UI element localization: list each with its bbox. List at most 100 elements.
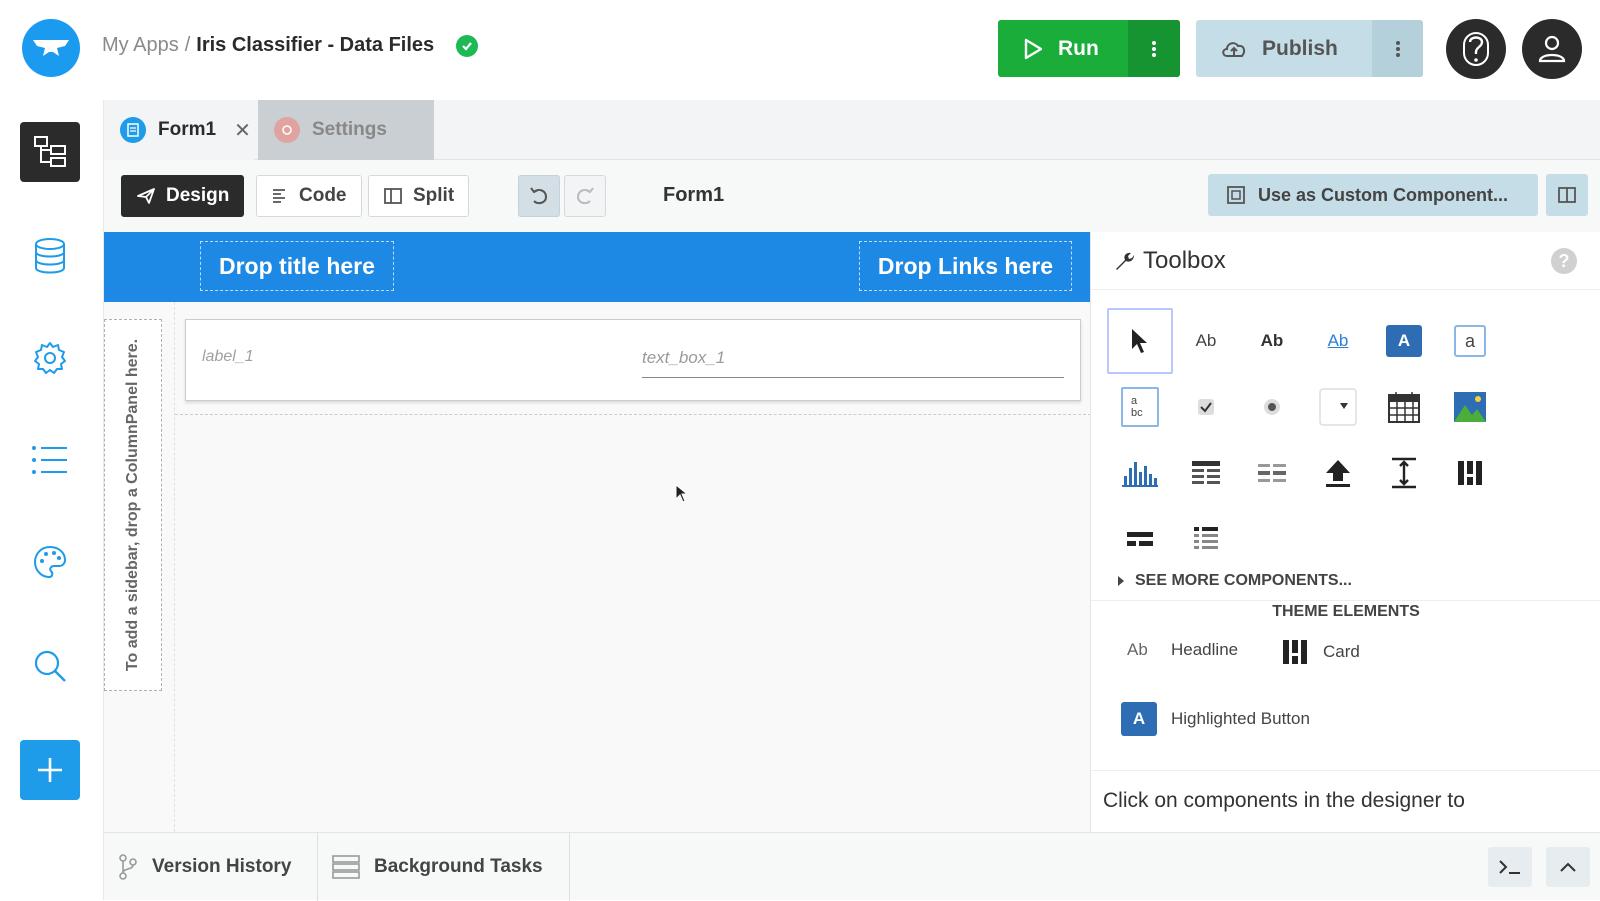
- expand-panel-button[interactable]: [1546, 847, 1590, 887]
- form-icon: [120, 117, 146, 143]
- tool-bold-label[interactable]: Ab: [1239, 308, 1305, 374]
- nav-add-button[interactable]: [20, 740, 80, 800]
- tab-form1-label: Form1: [158, 119, 217, 140]
- tasks-icon: [332, 855, 360, 879]
- account-button[interactable]: [1522, 19, 1582, 79]
- tool-label[interactable]: Ab: [1173, 308, 1239, 374]
- form-row-panel[interactable]: label_1 text_box_1: [185, 319, 1081, 401]
- toolbox-help-icon[interactable]: ?: [1551, 248, 1577, 274]
- nav-data[interactable]: [20, 226, 80, 286]
- close-tab-icon[interactable]: ✕: [234, 118, 251, 143]
- textarea-tool-icon: a bc: [1121, 387, 1159, 427]
- app-title[interactable]: Iris Classifier - Data Files: [196, 34, 434, 57]
- palette-icon: [33, 545, 67, 579]
- theme-item-headline-label: Headline: [1171, 640, 1239, 659]
- tool-link[interactable]: Ab: [1305, 308, 1371, 374]
- tool-plot[interactable]: [1107, 440, 1173, 506]
- redo-button[interactable]: [564, 175, 606, 217]
- app-browser-icon: [34, 136, 66, 167]
- version-history-button[interactable]: Version History: [104, 833, 318, 901]
- tool-image[interactable]: [1437, 374, 1503, 440]
- tool-pointer[interactable]: [1107, 308, 1173, 374]
- nav-list[interactable]: [20, 430, 80, 490]
- publish-button-group: Publish: [1196, 20, 1423, 77]
- tab-settings[interactable]: Settings: [258, 100, 434, 160]
- see-more-components-toggle[interactable]: SEE MORE COMPONENTS...: [1117, 572, 1352, 590]
- tool-file-loader[interactable]: [1305, 440, 1371, 506]
- list-icon: [32, 446, 67, 474]
- split-view-icon: [384, 188, 402, 204]
- run-button[interactable]: Run: [998, 20, 1128, 77]
- undo-button[interactable]: [518, 175, 560, 217]
- code-lines-icon: [273, 189, 285, 203]
- sidebar-drop-zone[interactable]: To add a sidebar, drop a ColumnPanel her…: [104, 319, 162, 691]
- tool-textbox[interactable]: a: [1437, 308, 1503, 374]
- sidebar-hint: To add a sidebar, drop a ColumnPanel her…: [124, 338, 141, 672]
- image-icon: [1454, 392, 1486, 422]
- form-header-bar: Drop title here Drop Links here: [104, 232, 1090, 302]
- tool-spacer[interactable]: [1371, 440, 1437, 506]
- split-mode-button[interactable]: Split: [368, 175, 470, 217]
- tool-button[interactable]: A: [1371, 308, 1437, 374]
- tool-textarea[interactable]: a bc: [1107, 374, 1173, 440]
- design-canvas[interactable]: Drop title here Drop Links here To add a…: [104, 232, 1091, 832]
- drop-divider: [175, 414, 1091, 415]
- drop-title-slot[interactable]: Drop title here: [200, 241, 394, 291]
- nav-app-browser[interactable]: [20, 122, 80, 182]
- help-icon: [1463, 32, 1489, 66]
- run-more-menu-button[interactable]: [1128, 20, 1180, 77]
- caret-right-icon: [1118, 576, 1124, 586]
- tab-form1[interactable]: Form1 ✕: [104, 100, 254, 160]
- tool-radio[interactable]: [1239, 374, 1305, 440]
- tool-checkbox[interactable]: [1173, 374, 1239, 440]
- toolbox-title: Toolbox: [1143, 246, 1226, 274]
- background-tasks-button[interactable]: Background Tasks: [318, 833, 570, 901]
- nav-theme[interactable]: [20, 532, 80, 592]
- tool-dropdown[interactable]: [1305, 374, 1371, 440]
- publish-button[interactable]: Publish: [1196, 20, 1372, 77]
- use-as-custom-component-button[interactable]: Use as Custom Component...: [1208, 174, 1538, 216]
- link-tool-icon: Ab: [1327, 331, 1349, 350]
- upload-icon: [1326, 460, 1350, 487]
- breadcrumb-separator: /: [184, 34, 191, 56]
- label-component[interactable]: label_1: [202, 348, 254, 366]
- kebab-icon: [1395, 40, 1400, 57]
- toolbox-panel: Toolbox ? Ab Ab Ab A a a bc SEE MORE COM…: [1090, 232, 1600, 832]
- tool-flow-panel[interactable]: [1107, 506, 1173, 572]
- terminal-icon: [1499, 860, 1520, 874]
- background-tasks-label: Background Tasks: [374, 856, 543, 877]
- form-content-area[interactable]: label_1 text_box_1: [174, 302, 1091, 832]
- toggle-panel-button[interactable]: [1546, 174, 1588, 216]
- drop-links-slot[interactable]: Drop Links here: [858, 241, 1072, 291]
- console-button[interactable]: [1488, 847, 1532, 887]
- tool-data-grid[interactable]: [1173, 440, 1239, 506]
- publish-more-menu-button[interactable]: [1372, 20, 1423, 77]
- breadcrumb-my-apps[interactable]: My Apps: [102, 34, 179, 57]
- paper-plane-icon: [137, 188, 155, 204]
- textbox-component[interactable]: text_box_1: [642, 348, 1064, 378]
- repeating-panel-icon: [1258, 464, 1286, 482]
- nav-settings[interactable]: [20, 328, 80, 388]
- kebab-icon: [1152, 40, 1156, 57]
- wrench-icon: [1116, 252, 1134, 270]
- code-mode-button[interactable]: Code: [256, 175, 362, 217]
- theme-item-highlighted-button[interactable]: A Highlighted Button: [1121, 702, 1310, 736]
- anvil-logo-icon[interactable]: [22, 19, 80, 77]
- design-mode-button[interactable]: Design: [121, 175, 245, 217]
- nav-search[interactable]: [20, 636, 80, 696]
- breadcrumb: My Apps / Iris Classifier - Data Files: [102, 34, 479, 57]
- plus-icon: [38, 758, 62, 782]
- left-nav: [0, 100, 104, 900]
- tool-datepicker[interactable]: [1371, 374, 1437, 440]
- help-button[interactable]: [1446, 19, 1506, 79]
- tool-column-panel[interactable]: [1437, 440, 1503, 506]
- see-more-label: SEE MORE COMPONENTS...: [1135, 572, 1352, 589]
- tool-repeating-panel[interactable]: [1239, 440, 1305, 506]
- label-tool-icon: Ab: [1195, 331, 1217, 350]
- tool-linear-panel[interactable]: [1173, 506, 1239, 572]
- theme-item-headline[interactable]: Ab Headline: [1127, 640, 1238, 660]
- data-grid-icon: [1192, 461, 1220, 484]
- custom-component-label: Use as Custom Component...: [1258, 184, 1509, 205]
- custom-component-icon: [1227, 186, 1245, 204]
- theme-item-card[interactable]: Card: [1281, 638, 1360, 666]
